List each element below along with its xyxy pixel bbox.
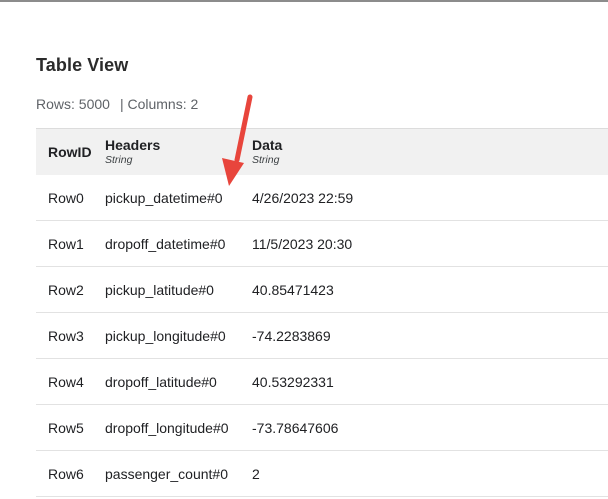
column-header-rowid[interactable]: RowID [48,144,92,160]
page-title: Table View [36,55,129,75]
header-cell: dropoff_latitude#0 [105,374,217,390]
column-header-headers[interactable]: Headers String [105,137,160,166]
column-header-data[interactable]: Data String [252,137,282,166]
row-id-cell: Row1 [48,236,84,252]
column-type-label: String [105,154,133,166]
column-header-label: Data [252,137,283,153]
header-cell: passenger_count#0 [105,466,228,482]
table-view-page: Table View Rows: 5000 | Columns: 2 RowID … [0,0,608,499]
table-row[interactable]: Row6 passenger_count#0 2 [36,451,608,497]
data-cell: 4/26/2023 22:59 [252,190,354,206]
row-id-cell: Row2 [48,282,84,298]
table-row[interactable]: Row1 dropoff_datetime#0 11/5/2023 20:30 [36,221,608,267]
data-cell: 2 [252,466,260,482]
row-id-cell: Row3 [48,328,84,344]
top-divider [0,0,608,2]
table-row[interactable]: Row5 dropoff_longitude#0 -73.78647606 [36,405,608,451]
row-id-cell: Row4 [48,374,84,390]
row-id-cell: Row6 [48,466,84,482]
column-count: | Columns: 2 [119,96,199,112]
data-cell: 11/5/2023 20:30 [252,236,353,252]
column-type-label: String [252,154,280,166]
header-cell: pickup_longitude#0 [105,328,226,344]
table-row[interactable]: Row2 pickup_latitude#0 40.85471423 [36,267,608,313]
header-cell: dropoff_datetime#0 [105,236,226,252]
table-row[interactable]: Row4 dropoff_latitude#0 40.53292331 [36,359,608,405]
table-row[interactable]: Row3 pickup_longitude#0 -74.2283869 [36,313,608,359]
row-id-cell: Row5 [48,420,84,436]
row-count: Rows: 5000 [36,96,110,112]
table-header: RowID Headers String Data String [36,128,608,175]
column-header-label: Headers [105,137,161,153]
header-cell: dropoff_longitude#0 [105,420,229,436]
data-cell: 40.85471423 [252,282,334,298]
table-row[interactable]: Row0 pickup_datetime#0 4/26/2023 22:59 [36,175,608,221]
column-header-label: RowID [48,144,92,160]
table-summary: Rows: 5000 | Columns: 2 [36,96,198,112]
data-cell: -74.2283869 [252,328,331,344]
header-cell: pickup_datetime#0 [105,190,223,206]
data-table: RowID Headers String Data String Row0 pi… [36,128,608,497]
row-id-cell: Row0 [48,190,84,206]
header-cell: pickup_latitude#0 [105,282,214,298]
data-cell: 40.53292331 [252,374,334,390]
data-cell: -73.78647606 [252,420,339,436]
